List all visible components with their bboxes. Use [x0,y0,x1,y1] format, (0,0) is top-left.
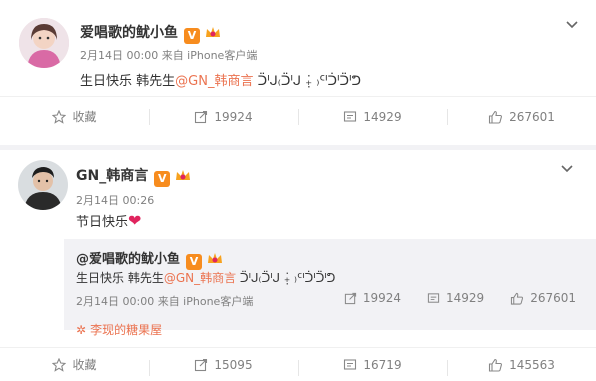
chevron-down-icon[interactable] [559,160,575,176]
favorite-label: 收藏 [72,358,97,372]
chevron-down-icon[interactable] [564,16,580,32]
repost-icon [195,110,208,123]
verified-icon: V [186,254,203,270]
star-icon [52,357,67,372]
original-repost-count: 19924 [362,291,401,305]
verified-icon: V [184,28,200,44]
action-bar: 收藏 15095 16719 145563 [0,347,596,381]
original-meta: 2月14日 00:00 来自 iPhone客户端 [76,295,254,308]
original-content-text: 生日快乐 韩先生 [76,271,164,285]
post-content: 节日快乐❤ [76,211,141,230]
favorite-label: 收藏 [72,110,97,124]
reposted-post[interactable]: @爱唱歌的鱿小鱼 V 生日快乐 韩先生@GN_韩商言 ᑒᑊᒍ₍ᑒᑊᒍ ₊̣̇ ₎ᑦ… [64,239,596,330]
avatar[interactable] [18,160,68,210]
avatar[interactable] [19,18,69,68]
comment-button[interactable]: 16719 [298,348,447,381]
comment-icon [344,110,357,122]
original-content: 生日快乐 韩先生@GN_韩商言 ᑒᑊᒍ₍ᑒᑊᒍ ₊̣̇ ₎ᑦᑊᑑᑊᑒᑊᕤ [76,269,335,286]
verified-icon: V [154,171,171,187]
mention-link[interactable]: @GN_韩商言 [175,74,253,89]
content-symbols: ᑒᑊᒍ₍ᑒᑊᒍ ₊̣̇ ₎ᑦᑊᑑᑊᑒᑊᕤ [253,74,362,89]
vip-crown-icon [176,170,191,180]
original-comment-count: 14929 [446,291,485,305]
original-like-button[interactable]: 267601 [510,291,576,305]
heart-emoji: ❤ [128,211,142,230]
thumbs-up-icon [489,358,503,372]
repost-count: 19924 [214,109,253,124]
comment-count: 16719 [363,357,402,372]
comment-icon [427,292,440,303]
flower-icon: ✲ [76,323,87,337]
comment-button[interactable]: 14929 [298,97,447,136]
thumbs-up-icon [489,110,503,124]
comment-count: 14929 [363,109,402,124]
author-name[interactable]: 爱唱歌的鱿小鱼 V [80,22,222,44]
source-text[interactable]: 李现的糖果屋 [90,323,162,337]
vip-crown-icon [208,253,223,263]
content-text: 生日快乐 韩先生 [80,74,176,89]
author-name[interactable]: GN_韩商言 V [76,165,192,187]
comment-icon [344,358,357,370]
post-content: 生日快乐 韩先生@GN_韩商言 ᑒᑊᒍ₍ᑒᑊᒍ ₊̣̇ ₎ᑦᑊᑑᑊᑒᑊᕤ [80,70,361,89]
original-stats: 19924 14929 267601 [318,291,576,305]
like-button[interactable]: 145563 [447,348,596,381]
original-comment-button[interactable]: 14929 [427,291,484,305]
repost-button[interactable]: 15095 [149,348,298,381]
like-count: 267601 [509,109,555,124]
original-like-count: 267601 [530,291,576,305]
like-button[interactable]: 267601 [447,97,596,136]
post-card: 爱唱歌的鱿小鱼 V 2月14日 00:00 来自 iPhone客户端 生日快乐 韩… [0,0,596,145]
like-count: 145563 [509,357,555,372]
author-name-text[interactable]: GN_韩商言 [76,168,148,184]
original-author-text[interactable]: @爱唱歌的鱿小鱼 [76,252,180,267]
mention-link[interactable]: @GN_韩商言 [164,271,236,285]
post-card: GN_韩商言 V 2月14日 00:26 节日快乐❤ @爱唱歌的鱿小鱼 V 生日快乐… [0,150,596,381]
original-author[interactable]: @爱唱歌的鱿小鱼 V [76,248,224,270]
star-icon [52,109,67,124]
favorite-button[interactable]: 收藏 [0,348,149,381]
repost-count: 15095 [214,357,253,372]
repost-icon [344,292,356,304]
post-meta: 2月14日 00:26 [76,194,155,207]
repost-button[interactable]: 19924 [149,97,298,136]
original-content-symbols: ᑒᑊᒍ₍ᑒᑊᒍ ₊̣̇ ₎ᑦᑊᑑᑊᑒᑊᕤ [236,271,336,285]
vip-crown-icon [206,27,220,37]
favorite-button[interactable]: 收藏 [0,97,149,136]
source-link[interactable]: ✲ 李现的糖果屋 [76,321,162,338]
content-text: 节日快乐 [76,215,129,230]
action-bar: 收藏 19924 14929 267601 [0,96,596,136]
repost-icon [195,358,208,371]
thumbs-up-icon [511,292,524,305]
post-meta: 2月14日 00:00 来自 iPhone客户端 [80,49,258,62]
original-repost-button[interactable]: 19924 [344,291,401,305]
author-name-text[interactable]: 爱唱歌的鱿小鱼 [80,25,178,41]
